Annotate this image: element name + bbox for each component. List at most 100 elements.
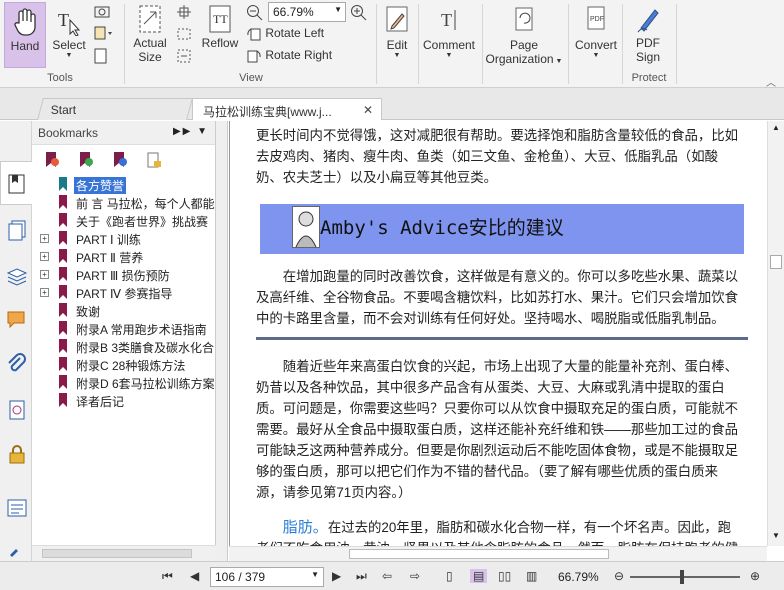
bookmark-item[interactable]: + PART Ⅳ 参赛指导 [32,284,216,302]
actual-size-button[interactable]: Actual Size [130,2,170,64]
edit-button[interactable]: Edit ▼ [380,2,414,59]
bookmark-item[interactable]: + PART Ⅰ 训练 [32,230,216,248]
bookmark-item[interactable]: 前 言 马拉松，每个人都能 [32,194,216,212]
bookmark-item[interactable]: + PART Ⅱ 营养 [32,248,216,266]
last-page-icon[interactable]: ⏭ [356,569,367,584]
zoom-in-icon[interactable]: ⊕ [750,569,760,583]
expand-icon[interactable]: + [40,252,49,261]
bookmark-item[interactable]: 关于《跑者世界》挑战赛 [32,212,216,230]
tab-document[interactable]: 马拉松训练宝典[www.j... ✕ [192,98,382,120]
rotate-right-button[interactable]: Rotate Right [246,48,332,63]
side-icon-rail [0,121,32,561]
tab-start[interactable]: Start [37,98,193,120]
previous-page-icon[interactable]: ◀ [190,569,199,583]
expand-icon[interactable]: + [40,288,49,297]
scroll-thumb[interactable] [770,255,782,269]
layers-panel-icon[interactable] [6,265,28,287]
bookmark-item[interactable]: 译者后记 [32,392,216,410]
next-view-icon[interactable]: ⇨ [410,569,420,583]
bookmarks-header: Bookmarks ▶▶ ▼ [32,121,215,145]
convert-button[interactable]: PDF Convert ▼ [572,2,620,59]
zoom-slider-thumb[interactable] [679,570,684,584]
zoom-slider[interactable] [630,570,740,584]
tab-bar: Start 马拉松训练宝典[www.j... ✕ [0,88,784,120]
bookmark-panel-icon[interactable] [6,173,28,195]
attachments-panel-icon[interactable] [6,353,28,375]
bookmark-item[interactable]: 附录A 常用跑步术语指南 [32,320,216,338]
fit-width-icon[interactable] [176,26,192,42]
first-page-icon[interactable]: ⏮ [162,569,173,584]
fit-page-icon[interactable] [176,4,192,20]
continuous-facing-icon[interactable]: ▥ [526,569,537,583]
continuous-page-icon[interactable]: ▤ [470,569,488,583]
add-bookmark-icon[interactable] [78,151,94,169]
bookmark-flag-icon [59,267,67,281]
bookmark-item[interactable]: 附录C 28种锻炼方法 [32,356,216,374]
zoom-out-icon[interactable]: ⊖ [614,569,624,583]
hand-tool-button[interactable]: Hand [4,2,46,68]
add-child-bookmark-icon[interactable] [112,151,128,169]
bookmark-label: 附录A 常用跑步术语指南 [76,323,207,337]
rotate-left-button[interactable]: Rotate Left [246,26,324,41]
paragraph: 在增加跑量的同时改善饮食，这样做是有意义的。你可以多吃些水果、蔬菜以及高纤维、全… [256,269,739,326]
reflow-label: Reflow [201,36,239,50]
bookmarks-horizontal-scrollbar[interactable] [32,545,216,561]
zoom-out-icon[interactable] [246,4,264,22]
reflow-button[interactable]: TT Reflow [200,2,240,50]
clipboard-icon[interactable] [94,26,114,40]
svg-text:T: T [58,10,69,30]
zoom-select[interactable]: 66.79% ▼ [268,2,346,22]
scroll-thumb[interactable] [42,549,192,558]
zoom-in-icon[interactable] [350,4,368,22]
select-tool-button[interactable]: T Select ▼ [50,2,88,68]
bookmark-flag-icon [59,303,67,317]
snapshot-icon[interactable] [94,4,110,18]
bookmark-flag-icon [59,285,67,299]
bookmark-item[interactable]: + PART Ⅲ 损伤预防 [32,266,216,284]
form-fields-icon[interactable] [6,497,28,519]
document-view[interactable]: 更长时间内不觉得饿，这对减肥很有帮助。要选择饱和脂肪含量较低的食品，比如去皮鸡肉… [229,121,767,546]
document-vertical-scrollbar[interactable]: ▲ ▼ [767,121,784,546]
scroll-thumb[interactable] [349,549,609,559]
panel-collapse-icon[interactable]: ▶▶ ▼ [173,126,209,137]
bookmark-flag-icon [59,213,67,227]
document-horizontal-scrollbar[interactable] [229,546,767,561]
expand-icon[interactable]: + [40,270,49,279]
bookmark-label: 各方赞誉 [74,177,127,194]
previous-view-icon[interactable]: ⇦ [382,569,392,583]
delete-bookmark-icon[interactable] [44,151,60,169]
panel-splitter[interactable] [216,121,228,561]
more-tools-icon[interactable] [6,541,28,563]
lock-icon[interactable] [6,443,28,465]
comments-panel-icon[interactable] [6,309,28,331]
status-zoom-value: 66.79% [558,570,599,584]
bookmark-options-icon[interactable] [146,151,162,169]
bookmark-label: PART Ⅰ 训练 [76,233,141,247]
next-page-icon[interactable]: ▶ [332,569,341,583]
bookmark-label: 附录D 6套马拉松训练方案 [76,377,215,391]
bookmark-item[interactable]: 附录D 6套马拉松训练方案 [32,374,216,392]
bookmark-label: 译者后记 [76,395,125,409]
bookmark-label: 前 言 马拉松，每个人都能 [76,197,215,211]
bookmark-item[interactable]: 致谢 [32,302,216,320]
pages-panel-icon[interactable] [6,219,28,241]
facing-pages-icon[interactable]: ▯▯ [498,569,511,583]
page-icon[interactable] [94,48,108,64]
comment-button[interactable]: T Comment ▼ [420,2,478,59]
bookmark-item[interactable]: 各方赞誉 [32,176,216,194]
single-page-icon[interactable]: ▯ [446,569,453,583]
chevron-down-icon: ▼ [393,52,401,59]
page-organization-button[interactable]: Page Organization ▼ [484,2,564,66]
page-number-select[interactable]: 106 / 379 ▼ [210,567,324,587]
collapse-ribbon-icon[interactable]: ︿ [766,74,776,89]
signatures-panel-icon[interactable] [6,399,28,421]
fit-visible-icon[interactable] [176,48,192,64]
close-icon[interactable]: ✕ [363,103,373,117]
expand-icon[interactable]: + [40,234,49,243]
scroll-down-icon[interactable]: ▼ [772,531,780,540]
scroll-up-icon[interactable]: ▲ [772,123,780,132]
svg-text:TT: TT [213,12,228,26]
bookmark-item[interactable]: 附录B 3类膳食及碳水化合 [32,338,216,356]
pdf-sign-button[interactable]: PDF Sign [626,2,670,64]
bookmarks-tree: 各方赞誉前 言 马拉松，每个人都能 关于《跑者世界》挑战赛 + PART Ⅰ 训练 + P… [32,176,216,410]
